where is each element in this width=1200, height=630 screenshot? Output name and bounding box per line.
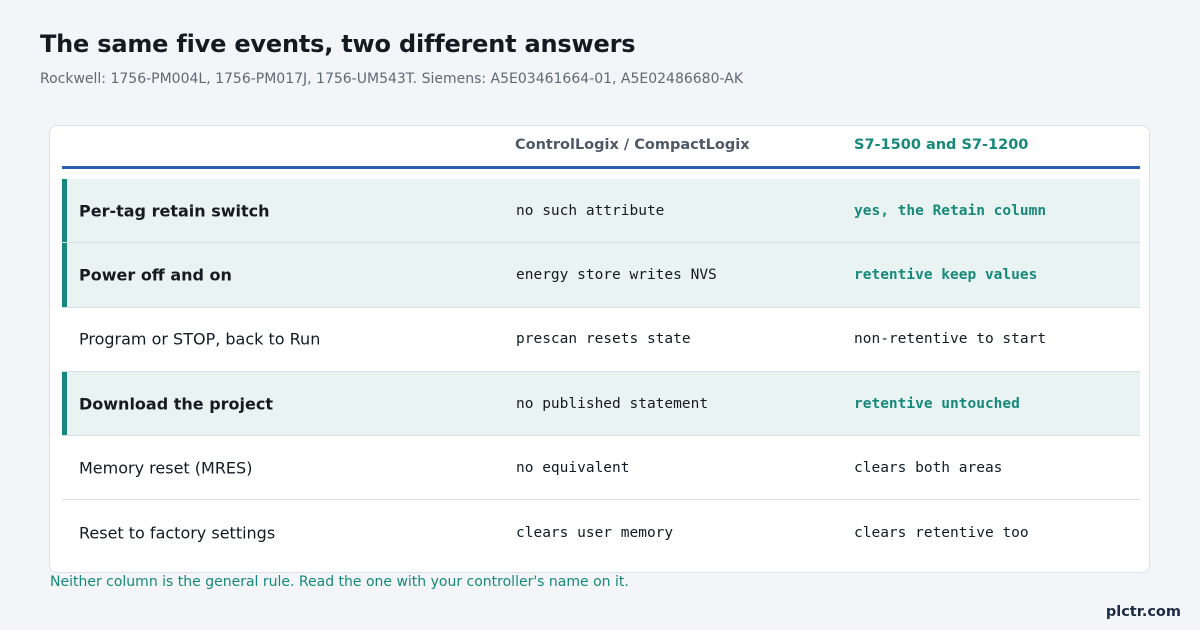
page-title: The same five events, two different answ… (40, 30, 636, 58)
footnote: Neither column is the general rule. Read… (50, 574, 629, 590)
rockwell-cell: prescan resets state (516, 331, 691, 348)
siemens-cell: non-retentive to start (854, 331, 1047, 348)
table-row: Power off and on energy store writes NVS… (62, 243, 1140, 308)
page-subtitle: Rockwell: 1756-PM004L, 1756-PM017J, 1756… (40, 71, 743, 87)
event-cell: Per-tag retain switch (79, 201, 270, 221)
siemens-cell: retentive untouched (854, 395, 1020, 412)
comparison-card: ControlLogix / CompactLogix S7-1500 and … (49, 125, 1150, 573)
siemens-cell: retentive keep values (854, 266, 1038, 283)
siemens-cell: clears both areas (854, 459, 1003, 476)
rockwell-cell: energy store writes NVS (516, 266, 717, 283)
siemens-cell: clears retentive too (854, 524, 1029, 541)
event-cell: Memory reset (MRES) (79, 458, 253, 478)
table-row: Program or STOP, back to Run prescan res… (62, 308, 1140, 372)
rockwell-cell: no published statement (516, 395, 709, 412)
column-header-rockwell: ControlLogix / CompactLogix (515, 137, 750, 153)
event-cell: Program or STOP, back to Run (79, 329, 321, 349)
table-row: Download the project no published statem… (62, 371, 1140, 437)
table-header: ControlLogix / CompactLogix S7-1500 and … (62, 126, 1140, 169)
table-row: Per-tag retain switch no such attribute … (62, 179, 1140, 244)
table-row: Reset to factory settings clears user me… (62, 500, 1140, 564)
column-header-siemens: S7-1500 and S7-1200 (854, 137, 1029, 153)
event-cell: Download the project (79, 394, 274, 414)
rockwell-cell: no such attribute (516, 202, 665, 219)
rockwell-cell: clears user memory (516, 524, 674, 541)
siemens-cell: yes, the Retain column (854, 202, 1047, 219)
table-row: Memory reset (MRES) no equivalent clears… (62, 436, 1140, 501)
event-cell: Reset to factory settings (79, 523, 276, 543)
event-cell: Power off and on (79, 265, 232, 285)
table-body: Per-tag retain switch no such attribute … (62, 169, 1140, 565)
brand-logo: plctr.com (1105, 604, 1181, 620)
comparison-table: ControlLogix / CompactLogix S7-1500 and … (62, 126, 1140, 565)
rockwell-cell: no equivalent (516, 459, 630, 476)
